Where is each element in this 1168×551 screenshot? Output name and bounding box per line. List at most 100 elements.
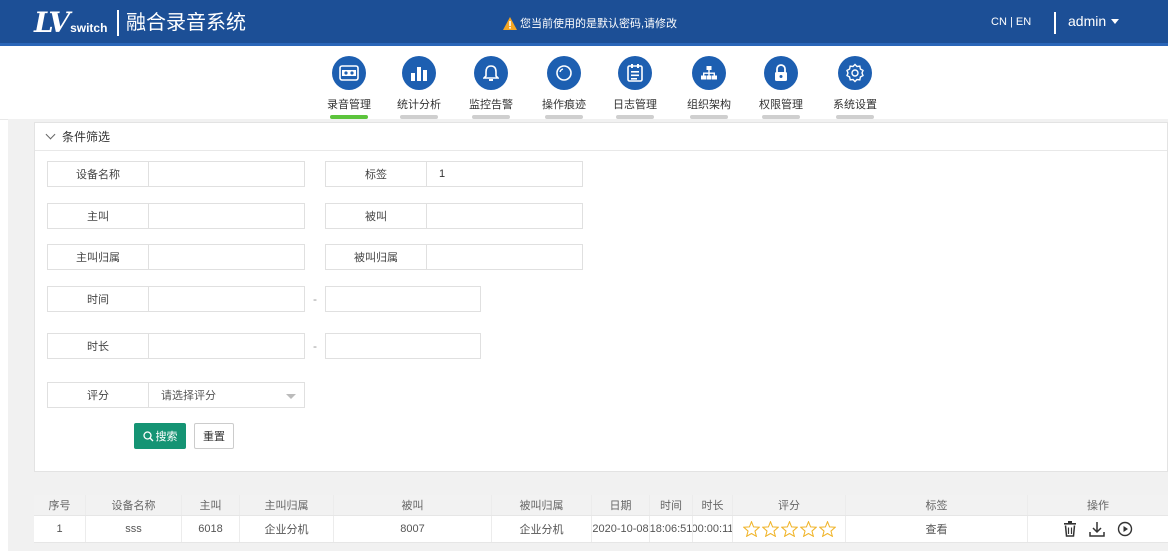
column-header: 时间 [650, 495, 693, 515]
cell-callee: 8007 [334, 516, 492, 542]
nav-item-statistics[interactable]: 统计分析 [394, 56, 444, 119]
time-row: 时间 - [47, 286, 481, 312]
cell-caller-home: 企业分机 [240, 516, 334, 542]
logo-divider [117, 10, 119, 36]
rating-label: 评分 [47, 382, 149, 408]
caret-down-icon [1111, 18, 1120, 24]
callee-input[interactable] [427, 203, 583, 229]
table-header: 序号 设备名称 主叫 主叫归属 被叫 被叫归属 日期 时间 时长 评分 标签 操… [34, 495, 1168, 516]
download-icon[interactable] [1089, 521, 1105, 537]
caller-home-input[interactable] [149, 244, 305, 270]
nav-item-settings[interactable]: 系统设置 [830, 56, 880, 119]
app-title: 融合录音系统 [126, 12, 246, 34]
duration-row: 时长 - [47, 333, 481, 359]
nav-item-organization[interactable]: 组织架构 [684, 56, 734, 119]
username: admin [1068, 13, 1107, 29]
cell-rating [733, 516, 846, 542]
bell-icon [474, 56, 508, 90]
duration-start-input[interactable] [149, 333, 305, 359]
nav-item-operation-trace[interactable]: 操作痕迹 [539, 56, 589, 119]
filter-panel: 条件筛选 设备名称 标签 1 主叫 被叫 主叫归属 被叫归属 时间 - 时长 - [34, 122, 1168, 472]
cell-duration: 00:00:11 [693, 516, 733, 542]
cell-tag-view[interactable]: 查看 [846, 516, 1028, 542]
tag-input[interactable]: 1 [427, 161, 583, 187]
nav-label: 日志管理 [613, 99, 657, 111]
recorder-icon [332, 56, 366, 90]
column-header: 被叫归属 [492, 495, 592, 515]
time-end-input[interactable] [325, 286, 481, 312]
nav-label: 组织架构 [687, 99, 731, 111]
star-icon[interactable] [780, 521, 798, 537]
caller-home-row: 主叫归属 [47, 244, 305, 270]
warning-text: 您当前使用的是默认密码,请修改 [520, 18, 678, 30]
nav-label: 统计分析 [397, 99, 441, 111]
star-icon[interactable] [742, 521, 760, 537]
duration-end-input[interactable] [325, 333, 481, 359]
document-icon [618, 56, 652, 90]
callee-home-row: 被叫归属 [325, 244, 583, 270]
caret-down-icon [286, 394, 296, 399]
search-button[interactable]: 搜索 [134, 423, 186, 449]
rating-row: 评分 请选择评分 [47, 382, 305, 408]
filter-title: 条件筛选 [62, 130, 111, 144]
table-row[interactable]: 1 sss 6018 企业分机 8007 企业分机 2020-10-08 18:… [34, 516, 1168, 543]
device-name-input[interactable] [149, 161, 305, 187]
caller-row: 主叫 [47, 203, 305, 229]
column-header: 评分 [733, 495, 846, 515]
nav-item-recording[interactable]: 录音管理 [324, 56, 374, 119]
duration-separator: - [313, 339, 317, 353]
nav-label: 操作痕迹 [542, 99, 586, 111]
column-header: 时长 [693, 495, 733, 515]
search-icon [142, 430, 153, 441]
cell-date: 2020-10-08 [592, 516, 650, 542]
star-icon[interactable] [818, 521, 836, 537]
nav-item-permissions[interactable]: 权限管理 [756, 56, 806, 119]
logo-mark: LV [34, 6, 70, 39]
rating-select[interactable]: 请选择评分 [149, 382, 305, 408]
callee-label: 被叫 [325, 203, 427, 229]
user-menu[interactable]: admin [1068, 13, 1120, 29]
warning-icon [503, 16, 517, 30]
caller-label: 主叫 [47, 203, 149, 229]
search-button-label: 搜索 [155, 431, 178, 443]
reset-button[interactable]: 重置 [194, 423, 234, 449]
star-icon[interactable] [761, 521, 779, 537]
star-icon[interactable] [799, 521, 817, 537]
time-separator: - [313, 292, 317, 306]
cell-actions [1028, 516, 1168, 542]
filter-header[interactable]: 条件筛选 [35, 123, 1167, 151]
column-header: 被叫 [334, 495, 492, 515]
tag-label: 标签 [325, 161, 427, 187]
recordings-table: 序号 设备名称 主叫 主叫归属 被叫 被叫归属 日期 时间 时长 评分 标签 操… [34, 495, 1168, 543]
cell-index: 1 [34, 516, 86, 542]
callee-home-input[interactable] [427, 244, 583, 270]
cell-time: 18:06:51 [650, 516, 693, 542]
language-switch[interactable]: CN | EN [991, 16, 1031, 28]
column-header: 标签 [846, 495, 1028, 515]
column-header: 主叫归属 [240, 495, 334, 515]
cell-callee-home: 企业分机 [492, 516, 592, 542]
bar-chart-icon [402, 56, 436, 90]
caller-home-label: 主叫归属 [47, 244, 149, 270]
caller-input[interactable] [149, 203, 305, 229]
column-header: 操作 [1087, 500, 1109, 512]
column-header: 日期 [592, 495, 650, 515]
lock-icon [764, 56, 798, 90]
nav-label: 权限管理 [759, 99, 803, 111]
top-bar: LV switch 融合录音系统 您当前使用的是默认密码,请修改 CN | EN… [0, 0, 1168, 46]
device-name-label: 设备名称 [47, 161, 149, 187]
device-name-row: 设备名称 [47, 161, 305, 187]
time-start-input[interactable] [149, 286, 305, 312]
cell-device: sss [86, 516, 182, 542]
nav-item-monitoring[interactable]: 监控告警 [466, 56, 516, 119]
trash-icon[interactable] [1063, 521, 1077, 537]
rating-stars[interactable] [742, 521, 836, 537]
nav-label: 录音管理 [327, 99, 371, 111]
play-icon[interactable] [1117, 521, 1133, 537]
gear-icon [838, 56, 872, 90]
nav-item-logs[interactable]: 日志管理 [610, 56, 660, 119]
password-warning[interactable]: 您当前使用的是默认密码,请修改 [503, 15, 677, 31]
chevron-down-icon [45, 129, 56, 140]
callee-home-label: 被叫归属 [325, 244, 427, 270]
rating-placeholder: 请选择评分 [161, 390, 216, 402]
